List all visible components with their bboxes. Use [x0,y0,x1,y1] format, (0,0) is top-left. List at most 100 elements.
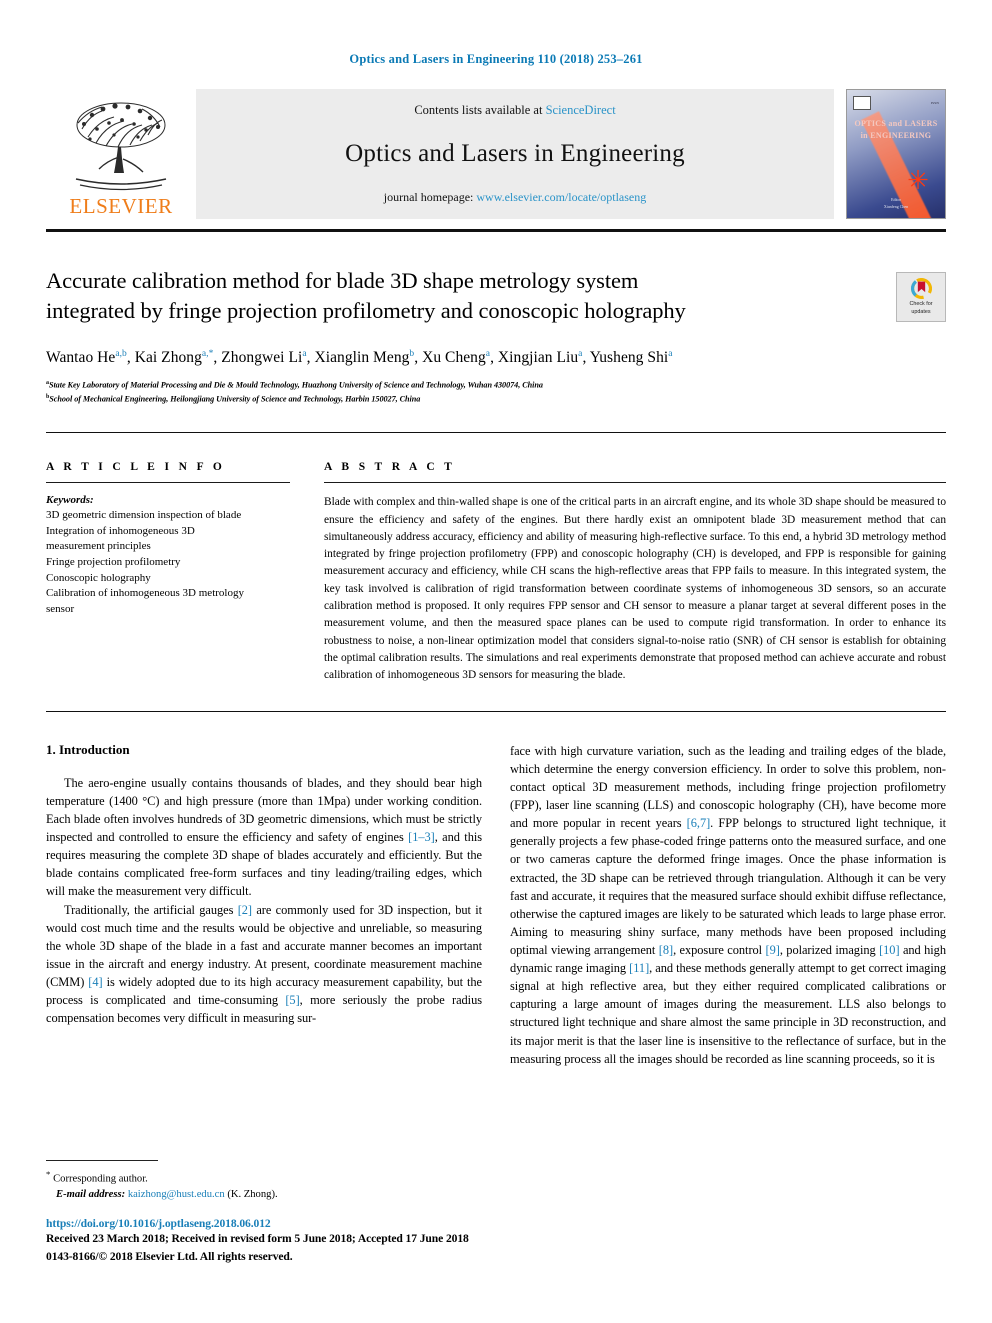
contents-available-line: Contents lists available at ScienceDirec… [414,103,615,118]
author-affiliation-marker: a [485,349,491,360]
corresponding-marker: * [46,1168,51,1179]
affiliation-marker: a [46,380,49,387]
article-info-column: A R T I C L E I N F O Keywords: 3D geome… [46,461,290,685]
cover-starburst-icon: ✳ [907,166,929,195]
citation-link[interactable]: [8] [659,943,673,957]
title-block: Accurate calibration method for blade 3D… [46,266,946,406]
cover-footer-line2: Xianfeng Chen [883,203,909,209]
homepage-prefix: journal homepage: [383,190,477,204]
author-list: Wantao Hea,b, Kai Zhonga,*, Zhongwei Lia… [46,349,673,367]
journal-homepage-line: journal homepage: www.elsevier.com/locat… [384,190,646,205]
body-columns: 1. Introduction The aero-engine usually … [46,742,946,1068]
cover-title: OPTICS and LASERS in ENGINEERING [847,118,945,142]
keyword-item: 3D geometric dimension inspection of bla… [46,509,242,522]
keywords-label: Keywords: [46,494,94,507]
article-info-heading: A R T I C L E I N F O [46,461,226,474]
author-name: Xianglin Meng [314,349,410,367]
author-name: Yusheng Shi [589,349,669,367]
author-affiliation-marker: a [302,349,307,360]
citation-link[interactable]: [2] [238,903,252,917]
copyright-line: 0143-8166/© 2018 Elsevier Ltd. All right… [46,1249,293,1263]
citation-link[interactable]: [11] [629,961,649,975]
article-info-rule [46,482,290,484]
author-affiliation-marker: a,b [115,349,127,360]
affiliation-marker: b [46,393,50,400]
citation-link[interactable]: [10] [879,943,900,957]
cover-publisher-mark-icon [853,96,871,110]
paper-page: Optics and Lasers in Engineering 110 (20… [0,0,992,1323]
journal-masthead: ELSEVIER Contents lists available at Sci… [46,89,946,219]
sciencedirect-link[interactable]: ScienceDirect [546,103,616,117]
cover-title-line2: in ENGINEERING [860,131,932,140]
info-section-top-rule [46,432,946,434]
cover-top-bar: ISSN [853,96,939,110]
abstract-text: Blade with complex and thin-walled shape… [324,496,946,682]
cover-title-line1: OPTICS and LASERS [854,119,938,128]
masthead-center: Contents lists available at ScienceDirec… [196,89,834,219]
author-affiliation-marker: a, [201,349,209,360]
citation-link[interactable]: [5] [285,993,299,1007]
body-column-left: 1. Introduction The aero-engine usually … [46,742,482,1068]
abstract-heading: A B S T R A C T [324,461,456,474]
citation-link[interactable]: [1–3] [408,830,435,844]
affiliation-list: aState Key Laboratory of Material Proces… [46,379,882,406]
doi-link[interactable]: https://doi.org/10.1016/j.optlaseng.2018… [46,1217,478,1230]
keyword-item: measurement principles [46,540,151,553]
title-line-1: Accurate calibration method for blade 3D… [46,268,639,293]
body-paragraph: The aero-engine usually contains thousan… [46,775,483,899]
author-name: Wantao He [46,349,116,367]
received-history: Received 23 March 2018; Received in revi… [46,1232,469,1246]
title-main: Accurate calibration method for blade 3D… [46,266,896,406]
email-suffix: (K. Zhong). [227,1189,278,1201]
cover-footer-line1: Editor [891,197,901,203]
email-note: E-mail address: kaizhong@hust.edu.cn (K.… [46,1187,478,1203]
introduction-heading: 1. Introduction [46,741,130,757]
author-name: Kai Zhong [134,349,202,367]
author-name: Zhongwei Li [221,349,303,367]
keyword-item: Integration of inhomogeneous 3D [46,524,195,537]
corresponding-author-note: * Corresponding author. [46,1168,478,1187]
elsevier-tree-icon [75,102,167,191]
crossmark-icon [910,278,932,300]
keyword-item: Conoscopic holography [46,571,151,584]
keywords-list: 3D geometric dimension inspection of bla… [46,508,290,617]
intro-left-paragraphs: The aero-engine usually contains thousan… [46,774,482,1028]
body-paragraph: face with high curvature variation, such… [510,743,946,1066]
author-affiliation-marker: b [409,349,415,360]
email-link[interactable]: kaizhong@hust.edu.cn [128,1189,225,1200]
corresponding-author-marker: * [208,349,214,360]
journal-cover-thumbnail: ISSN OPTICS and LASERS in ENGINEERING ✳ … [846,89,946,219]
running-head: Optics and Lasers in Engineering 110 (20… [349,52,643,66]
journal-homepage-link[interactable]: www.elsevier.com/locate/optlaseng [476,190,646,204]
citation-link[interactable]: [4] [88,975,102,989]
footnote-rule [46,1159,158,1161]
author-name: Xingjian Liu [497,349,579,367]
keyword-item: Fringe projection profilometry [46,556,181,568]
abstract-column: A B S T R A C T Blade with complex and t… [324,461,946,685]
footnote-area: * Corresponding author. E-mail address: … [46,1159,478,1265]
crossmark-badge[interactable]: Check for updates [896,272,946,322]
corresponding-text: Corresponding author. [53,1173,148,1185]
abstract-rule [324,482,946,484]
elsevier-logo: ELSEVIER [46,89,196,219]
masthead-divider [46,229,946,232]
affiliation: bSchool of Mechanical Engineering, Heilo… [46,393,421,404]
email-label: E-mail address: [56,1189,126,1201]
author-name: Xu Cheng [422,349,486,367]
citation-link[interactable]: [9] [766,943,780,957]
crossmark-line2: updates [911,308,931,315]
cover-footer: Editor Xianfeng Chen [847,197,945,210]
journal-name: Optics and Lasers in Engineering [345,140,685,167]
keyword-item: sensor [46,602,75,615]
keyword-item: Calibration of inhomogeneous 3D metrolog… [46,587,244,600]
author-affiliation-marker: a [578,349,583,360]
crossmark-line1: Check for [909,301,933,308]
cover-issn-text: ISSN [930,101,939,105]
title-line-2: integrated by fringe projection profilom… [46,298,686,324]
crossmark-label: Check for updates [909,301,932,316]
body-paragraph: Traditionally, the artificial gauges [2]… [46,902,482,1026]
body-column-right: face with high curvature variation, such… [510,742,946,1068]
intro-right-paragraphs: face with high curvature variation, such… [510,742,946,1068]
body-section-top-rule [46,710,946,712]
citation-link[interactable]: [6,7] [687,816,711,830]
